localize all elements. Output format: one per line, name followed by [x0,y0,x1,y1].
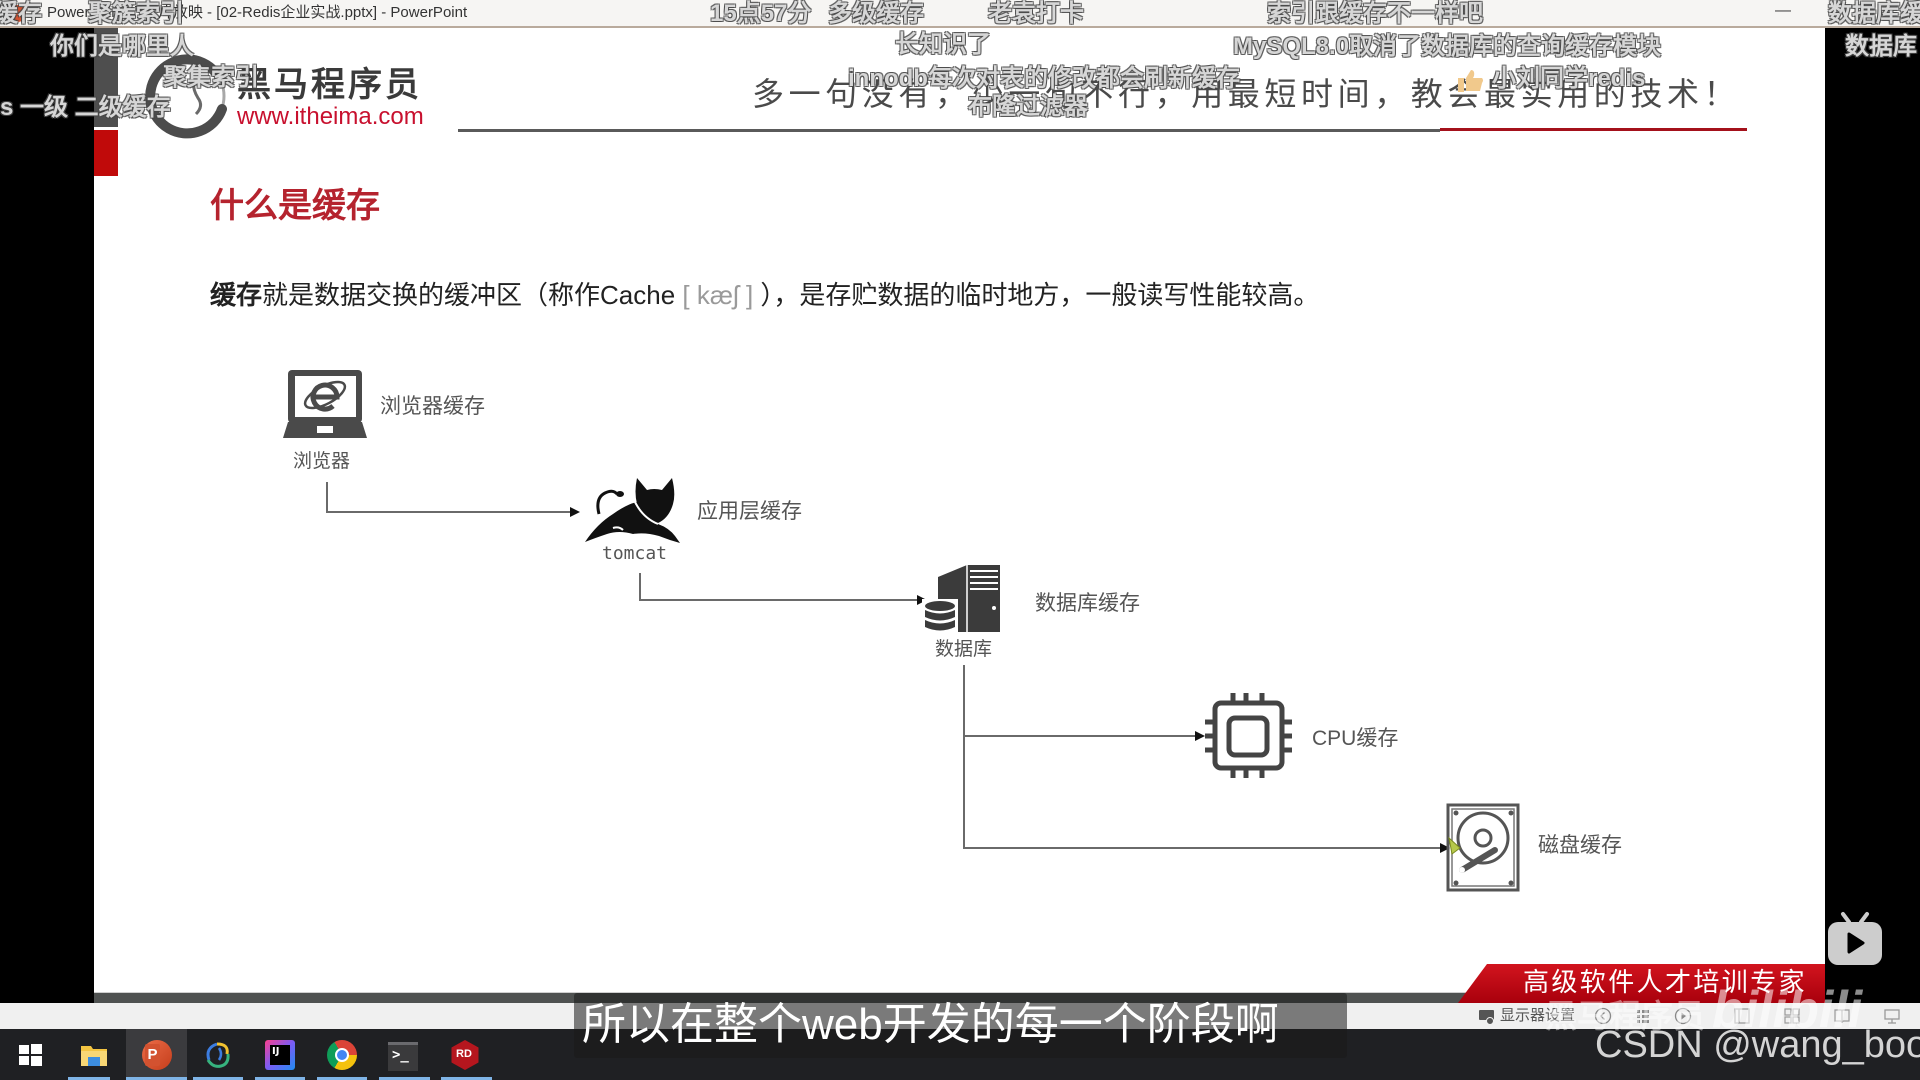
tomcat-label: tomcat [602,543,668,564]
bilibili-tv-icon [1828,912,1882,965]
danmaku-comment: 数据库 [1845,33,1917,60]
danmaku-comment: 小刘同学redis [1492,65,1646,92]
redis-desktop-manager-icon[interactable]: RD [451,1040,479,1070]
chrome-icon[interactable] [327,1040,357,1070]
video-subtitle: 所以在整个web开发的每一个阶段啊 [574,993,1347,1058]
danmaku-comment: 数据库缓 [1828,0,1920,27]
edge-browser-tomcat [326,482,572,513]
powerpoint-icon[interactable]: P [142,1040,172,1070]
danmaku-comment: 老袁打卡 [988,0,1084,27]
danmaku-comment: s 一级 二级缓存 [0,94,171,121]
danmaku-comment: 15点57分 [710,0,812,27]
danmaku-comment: 你们是哪里人 [50,33,194,60]
slideshow-icon[interactable] [1883,1007,1901,1025]
database-server-icon [922,565,1000,634]
edge-tomcat-database [639,573,919,601]
letterbox-left [0,28,94,1003]
database-label: 数据库 [935,639,993,660]
danmaku-comment: 索引跟缓存不一样吧 [1267,0,1483,27]
monitor-settings-icon[interactable] [1478,1007,1496,1025]
danmaku-comment: 聚集索引 [163,64,259,91]
danmaku-comment: 聚簇索引 [88,0,184,27]
danmaku-comment: innodb每次对表的修改都会刷新缓存 [848,65,1240,92]
danmaku-comment: 布隆过滤器 [968,93,1088,120]
presentation-slide[interactable]: 黑马程序员 www.itheima.com 多一句没有，少一句不行，用最短时间，… [94,28,1825,1003]
intellij-glyph: IJ [270,1045,290,1065]
chrome-center [335,1048,349,1062]
cpu-chip-icon [1205,693,1292,778]
database-cache-label: 数据库缓存 [1035,592,1140,615]
powerpoint-glyph: P [145,1044,160,1066]
app-cache-label: 应用层缓存 [697,500,802,523]
edge-database-disk [963,665,1442,849]
terminal-glyph: >_ [392,1047,409,1063]
terminal-icon[interactable]: >_ [388,1042,418,1071]
arrowhead-icon [570,507,580,517]
intellij-idea-icon[interactable]: IJ [265,1040,295,1070]
thumbs-up-icon [1458,70,1483,92]
tomcat-icon [585,478,680,543]
rdm-glyph: RD [456,1048,472,1060]
danmaku-comment: 多级缓存 [828,0,924,27]
cpu-cache-label: CPU缓存 [1312,727,1399,750]
laptop-ie-icon [283,370,367,438]
letterbox-right [1825,28,1920,1003]
danmaku-comment: 缓存 [0,0,42,27]
disk-cache-label: 磁盘缓存 [1538,834,1622,857]
arrowhead-icon [1195,731,1205,741]
subtitle-text: 所以在整个web开发的每一个阶段啊 [582,1000,1279,1049]
navicat-icon[interactable] [203,1040,233,1070]
file-explorer-icon[interactable] [79,1040,109,1070]
browser-cache-label: 浏览器缓存 [380,395,485,418]
danmaku-comment: MySQL8.0取消了数据库的查询缓存模块 [1233,33,1662,60]
csdn-watermark: CSDN @wang_book [1595,1024,1920,1066]
windows-start-icon[interactable] [15,1040,45,1070]
danmaku-layer: 缓存 聚簇索引 15点57分 多级缓存 老袁打卡 索引跟缓存不一样吧 数据库缓 … [0,0,1920,140]
danmaku-comment: 长知识了 [895,31,991,58]
browser-label: 浏览器 [293,451,351,472]
